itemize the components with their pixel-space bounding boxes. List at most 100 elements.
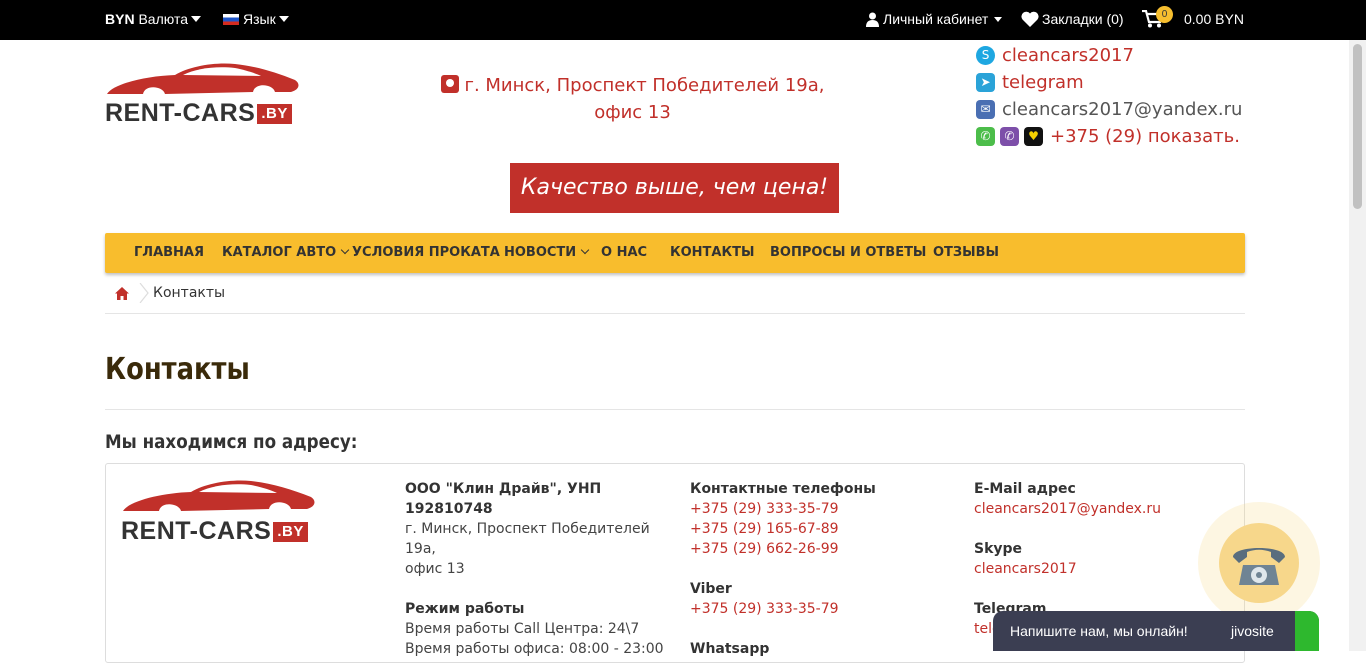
phone-contact[interactable]: ✆ ✆ ♥ +375 (29) показать. [976,123,1242,150]
nav-news[interactable]: НОВОСТИ [504,233,590,273]
cart-count-badge: 0 [1156,6,1173,23]
page-title: Контакты [105,352,250,387]
telegram-contact[interactable]: ➤ telegram [976,69,1242,96]
nav-label: ОТЗЫВЫ [933,245,1000,260]
logo-text: RENT-CARS [121,517,272,545]
logo-tld: .BY [257,104,292,124]
language-selector[interactable]: Язык [223,11,289,27]
header-contacts: Scleancars2017 ➤ telegram ✉ cleancars2017@… [976,42,1242,150]
slogan-banner: Качество выше, чем цена! [510,163,839,213]
call-center-hours: Время работы Call Центра: 24\7 [405,621,640,637]
logo-text: RENT-CARS [105,99,256,127]
viber-icon: ✆ [1000,127,1019,146]
chat-brand: jivosite [1231,623,1274,639]
panel-logo: RENT-CARS .BY [121,479,321,545]
nav-label: О НАС [601,245,648,260]
heart-app-icon: ♥ [1024,127,1043,146]
whatsapp-icon: ✆ [976,127,995,146]
breadcrumb-current: Контакты [153,285,226,301]
nav-about[interactable]: О НАС [601,233,647,273]
currency-label: Валюта [138,11,188,27]
site-logo[interactable]: RENT-CARS .BY [105,62,305,128]
user-icon [866,12,879,27]
skype-contact[interactable]: Scleancars2017 [976,42,1242,69]
whatsapp-title: Whatsapp [690,641,770,657]
telegram-icon: ➤ [976,73,995,92]
heart-icon [1021,11,1039,27]
skype-icon: S [976,46,995,65]
address-line-2: офис 13 [594,102,671,123]
page-scrollbar[interactable] [1349,40,1366,651]
scrollbar-thumb[interactable] [1353,44,1362,209]
car-logo-icon [123,480,315,511]
car-logo-icon [107,63,299,94]
main-navigation: ГЛАВНАЯ КАТАЛОГ АВТО УСЛОВИЯ ПРОКАТА НОВ… [105,233,1245,273]
language-label: Язык [243,11,276,27]
working-hours-title: Режим работы [405,601,525,617]
home-icon[interactable] [115,287,129,300]
map-marker-icon [440,75,459,93]
caret-down-icon [278,16,289,22]
caret-down-icon [190,16,201,22]
top-bar: BYN Валюта Язык Личный кабинет Закладки … [0,0,1366,40]
viber-title: Viber [690,581,732,597]
callback-button[interactable] [1198,502,1320,624]
email-link[interactable]: cleancars2017@yandex.ru [974,499,1234,519]
chat-status-indicator [1295,611,1319,651]
account-menu[interactable]: Личный кабинет [866,11,1003,27]
viber-phone-link[interactable]: +375 (29) 333-35-79 [690,599,950,619]
chevron-down-icon [340,245,350,255]
currency-code: BYN [105,11,135,27]
phones-title: Контактные телефоны [690,481,876,497]
nav-rental-terms[interactable]: УСЛОВИЯ ПРОКАТА [352,233,500,273]
logo-tld: .BY [273,522,308,542]
nav-reviews[interactable]: ОТЗЫВЫ [933,233,999,273]
nav-contacts[interactable]: КОНТАКТЫ [670,233,754,273]
phones-column: Контактные телефоны +375 (29) 333-35-79 … [690,479,950,659]
breadcrumb-separator-icon [139,283,149,303]
office-hours: Время работы офиса: 08:00 - 23:00 [405,641,664,657]
chevron-down-icon [580,245,590,255]
live-chat-widget[interactable]: Напишите нам, мы онлайн! jivosite [993,611,1319,651]
currency-selector[interactable]: BYN Валюта [105,11,201,27]
phone-link[interactable]: +375 (29) 333-35-79 [690,499,950,519]
skype-link[interactable]: cleancars2017 [974,559,1234,579]
company-address-line-2: офис 13 [405,561,465,577]
skype-handle: cleancars2017 [1002,45,1134,66]
phone-icon [1233,548,1285,585]
bookmarks-link[interactable]: Закладки (0) [1021,11,1124,27]
divider [105,409,1245,410]
account-label: Личный кабинет [883,11,989,27]
nav-faq[interactable]: ВОПРОСЫ И ОТВЕТЫ [770,233,926,273]
skype-title: Skype [974,541,1023,557]
phone-link[interactable]: +375 (29) 165-67-89 [690,519,950,539]
company-address-line-1: г. Минск, Проспект Победителей 19а, [405,521,650,557]
nav-label: УСЛОВИЯ ПРОКАТА [352,245,500,260]
nav-label: ВОПРОСЫ И ОТВЕТЫ [770,245,927,260]
email-address: cleancars2017@yandex.ru [1002,99,1243,120]
company-name: ООО "Клин Драйв", УНП 192810748 [405,481,602,517]
header-address: г. Минск, Проспект Победителей 19а, офис… [440,72,825,126]
cart-total: 0.00 BYN [1184,11,1244,27]
telegram-link: telegram [1002,72,1084,93]
breadcrumb: Контакты [105,273,1245,314]
russian-flag-icon [223,13,239,25]
nav-label: НОВОСТИ [504,245,577,260]
callback-circle [1219,523,1299,603]
caret-down-icon [994,16,1003,22]
section-heading: Мы находимся по адресу: [105,431,358,453]
nav-home[interactable]: ГЛАВНАЯ [134,233,204,273]
email-title: E-Mail адрес [974,481,1076,497]
phone-reveal: +375 (29) показать. [1050,126,1240,147]
nav-label: КОНТАКТЫ [670,245,755,260]
bookmarks-label: Закладки (0) [1042,11,1124,27]
nav-label: КАТАЛОГ АВТО [222,245,337,260]
company-column: ООО "Клин Драйв", УНП 192810748 г. Минск… [405,479,675,659]
address-line-1: г. Минск, Проспект Победителей 19а, [464,75,825,96]
envelope-icon: ✉ [976,100,995,119]
nav-label: ГЛАВНАЯ [134,245,205,260]
nav-catalog[interactable]: КАТАЛОГ АВТО [222,233,350,273]
email-contact[interactable]: ✉ cleancars2017@yandex.ru [976,96,1242,123]
chat-message: Напишите нам, мы онлайн! [1010,623,1188,639]
phone-link[interactable]: +375 (29) 662-26-99 [690,539,950,559]
